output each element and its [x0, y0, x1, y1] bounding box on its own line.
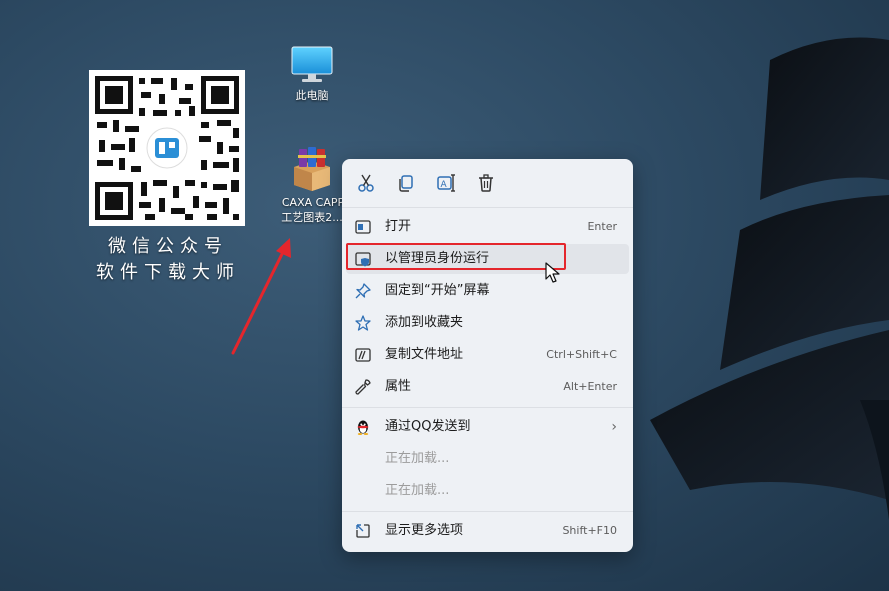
menu-item-label: 打开 — [385, 219, 412, 234]
menu-item-properties[interactable]: 属性 Alt+Enter — [346, 372, 629, 402]
copy-icon — [399, 175, 413, 192]
rename-icon: A — [437, 174, 455, 192]
delete-icon — [479, 174, 493, 192]
menu-item-pin-to-start[interactable]: 固定到“开始”屏幕 — [346, 276, 629, 306]
menu-item-add-to-favorites[interactable]: 添加到收藏夹 — [346, 308, 629, 338]
menu-item-label: 正在加载... — [385, 451, 450, 466]
menu-item-label: 添加到收藏夹 — [385, 315, 464, 330]
context-menu-toolbar: A — [342, 159, 633, 207]
cut-button[interactable] — [354, 171, 378, 195]
menu-item-show-more-options[interactable]: 显示更多选项 Shift+F10 — [346, 516, 629, 546]
menu-item-label: 通过QQ发送到 — [385, 419, 471, 434]
annotation-highlight-box — [346, 243, 566, 270]
mouse-cursor-icon — [545, 262, 560, 283]
menu-item-loading: 正在加载... — [346, 444, 629, 474]
menu-item-label: 固定到“开始”屏幕 — [385, 283, 490, 298]
menu-item-send-via-qq[interactable]: 通过QQ发送到 › — [346, 412, 629, 442]
copy-path-icon — [355, 348, 371, 362]
qq-penguin-icon — [357, 420, 369, 435]
context-menu: A 打开 Enter 以管理员身份运行 固定到“开始”屏幕 添加到收藏夹 复制文… — [342, 159, 633, 552]
menu-item-open[interactable]: 打开 Enter — [346, 212, 629, 242]
wrench-icon — [355, 379, 371, 395]
rename-button[interactable]: A — [434, 171, 458, 195]
pin-icon — [355, 283, 371, 299]
menu-separator — [342, 511, 633, 512]
menu-item-shortcut: Enter — [587, 220, 617, 233]
copy-button[interactable] — [394, 171, 418, 195]
chevron-right-icon: › — [611, 419, 617, 435]
menu-item-shortcut: Alt+Enter — [563, 380, 617, 393]
menu-item-shortcut: Shift+F10 — [562, 524, 617, 537]
delete-button[interactable] — [474, 171, 498, 195]
menu-item-copy-path[interactable]: 复制文件地址 Ctrl+Shift+C — [346, 340, 629, 370]
open-window-icon — [355, 220, 371, 234]
menu-item-label: 复制文件地址 — [385, 347, 464, 362]
cut-icon — [358, 174, 374, 192]
show-more-icon — [356, 524, 370, 538]
menu-item-label: 显示更多选项 — [385, 523, 464, 538]
menu-item-label: 属性 — [385, 379, 412, 394]
menu-item-loading: 正在加载... — [346, 476, 629, 506]
menu-separator — [342, 407, 633, 408]
menu-item-shortcut: Ctrl+Shift+C — [546, 348, 617, 361]
menu-item-label: 正在加载... — [385, 483, 450, 498]
svg-text:A: A — [441, 180, 448, 190]
menu-separator — [342, 207, 633, 208]
star-icon — [355, 315, 371, 331]
